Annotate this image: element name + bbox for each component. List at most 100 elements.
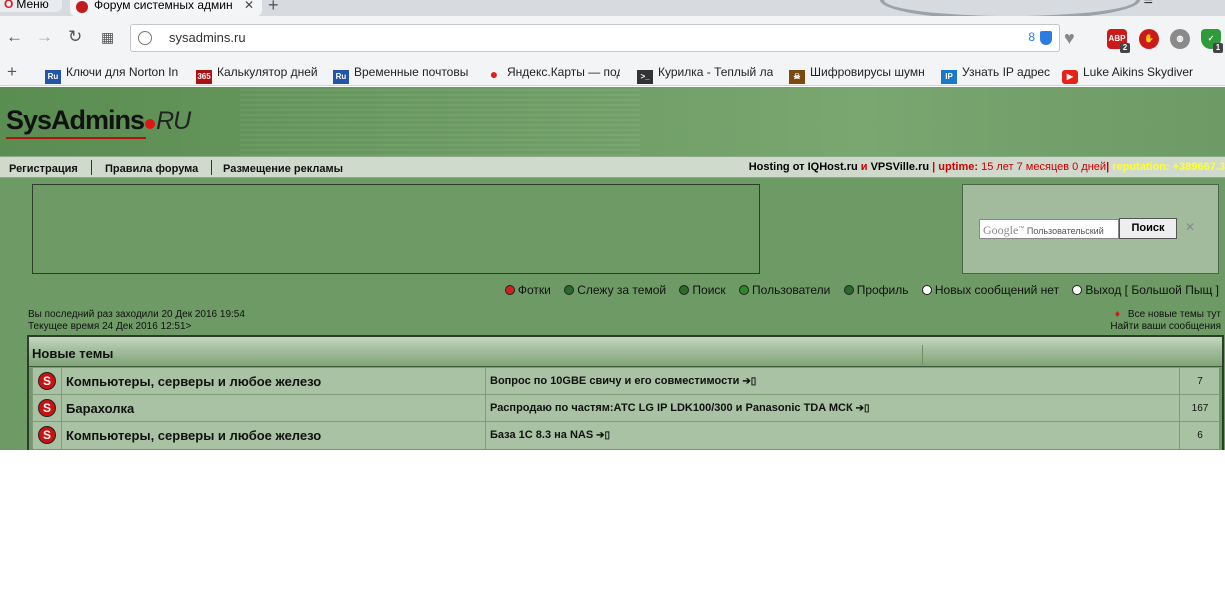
forum-cell: Компьютеры, серверы и любое железо bbox=[61, 368, 485, 395]
header-divider bbox=[922, 345, 923, 365]
nav-watched-topics[interactable]: Слежу за темой bbox=[564, 283, 666, 297]
google-search-box: Google™ Пользовательский Поиск ✕ bbox=[962, 184, 1219, 274]
hosting-info: Hosting от IQHost.ru и VPSVille.ru | upt… bbox=[749, 161, 1225, 173]
find-my-posts-link[interactable]: Найти ваши сообщения bbox=[1110, 321, 1221, 333]
bookmark-norton-keys[interactable]: Ru Ключи для Norton In bbox=[45, 65, 180, 84]
visit-info: Вы последний раз заходили 20 Дек 2016 19… bbox=[28, 309, 245, 333]
security-badge: 1 bbox=[1213, 43, 1223, 53]
site-info-globe-icon[interactable] bbox=[138, 31, 152, 45]
browser-menu-label: Меню bbox=[16, 0, 49, 11]
ublock-hand-icon[interactable]: ✋ bbox=[1139, 29, 1159, 49]
terminal-icon: >_ bbox=[637, 70, 653, 84]
hosting-iqhost-link[interactable]: Hosting от IQHost.ru bbox=[749, 161, 858, 173]
bookmark-kurilka[interactable]: >_ Курилка - Теплый ла bbox=[637, 65, 773, 84]
adblock-plus-badge: 2 bbox=[1120, 43, 1130, 53]
nav-label: Поиск bbox=[692, 283, 726, 297]
vpn-globe-icon[interactable]: ◍ bbox=[1170, 29, 1190, 49]
bookmark-yandex-maps[interactable]: ● Яндекс.Карты — под bbox=[486, 65, 620, 81]
nav-search[interactable]: Поиск bbox=[679, 283, 726, 297]
users-icon bbox=[739, 285, 750, 295]
photos-icon bbox=[504, 285, 515, 295]
goto-last-post-icon[interactable]: ➔▯ bbox=[856, 403, 870, 414]
search-icon bbox=[679, 285, 690, 295]
goto-last-post-icon[interactable]: ➔▯ bbox=[742, 376, 756, 387]
ad-block-shield-icon[interactable] bbox=[1040, 31, 1052, 45]
table-row: S Барахолка Распродаю по частям:АТС LG I… bbox=[29, 394, 1222, 422]
nav-label: Фотки bbox=[517, 283, 551, 297]
browser-tab-bar: O Меню Форум системных админ ✕ + ≡ bbox=[0, 0, 1225, 16]
forum-link[interactable]: Компьютеры, серверы и любое железо bbox=[66, 374, 321, 389]
reputation-value: reputation: +389667.3 bbox=[1109, 161, 1225, 173]
bookmark-days-calculator[interactable]: 365 Калькулятор дней bbox=[196, 65, 321, 84]
topic-link[interactable]: Распродаю по частям:АТС LG IP LDK100/300… bbox=[490, 402, 853, 414]
logo-text: SysAdmins bbox=[6, 105, 145, 135]
topic-cell: Вопрос по 10GBE свичу и его совместимост… bbox=[485, 368, 1179, 395]
advertising-link[interactable]: Размещение рекламы bbox=[223, 163, 343, 175]
forum-rules-link[interactable]: Правила форума bbox=[105, 163, 198, 175]
site-header: SysAdmins RU bbox=[0, 87, 1225, 156]
nav-messages[interactable]: Новых сообщений нет bbox=[921, 283, 1060, 297]
new-topics-table: Новые темы S Компьютеры, серверы и любое… bbox=[27, 335, 1224, 450]
reply-count-cell: 7 bbox=[1179, 368, 1219, 395]
new-diamond-icon: ♦ bbox=[1114, 309, 1120, 320]
map-pin-icon: ● bbox=[489, 66, 499, 81]
profile-icon bbox=[843, 285, 854, 295]
topic-cell: База 1С 8.3 на NAS ➔▯ bbox=[485, 422, 1179, 449]
stash-heart-icon[interactable]: ♥ bbox=[1064, 28, 1075, 49]
nav-label: Новых сообщений нет bbox=[934, 283, 1060, 297]
opera-logo-icon: O bbox=[4, 0, 14, 11]
google-watermark: Google bbox=[983, 223, 1019, 237]
goto-last-post-icon[interactable]: ➔▯ bbox=[596, 430, 610, 441]
topic-link[interactable]: Вопрос по 10GBE свичу и его совместимост… bbox=[490, 375, 739, 387]
search-button[interactable]: Поиск bbox=[1119, 218, 1177, 239]
ru-badge-icon: Ru bbox=[45, 70, 61, 84]
browser-toolbar: ← → ↻ ▦ sysadmins.ru 8 ♥ ABP 2 ✋ ◍ ✓ 1 bbox=[0, 16, 1225, 60]
nav-photos[interactable]: Фотки bbox=[504, 283, 551, 297]
site-logo[interactable]: SysAdmins RU bbox=[6, 105, 191, 136]
forum-link[interactable]: Барахолка bbox=[66, 401, 134, 416]
address-bar[interactable]: sysadmins.ru 8 bbox=[130, 24, 1060, 52]
forum-cell: Компьютеры, серверы и любое железо bbox=[61, 422, 485, 449]
calendar-icon: 365 bbox=[196, 70, 212, 84]
row-icon-cell: S bbox=[32, 422, 61, 449]
table-row: S Компьютеры, серверы и любое железо Воп… bbox=[29, 367, 1222, 395]
hosting-vpsville-link[interactable]: VPSVille.ru bbox=[871, 161, 930, 173]
bookmark-youtube[interactable]: ▶ Luke Aikins Skydiver bbox=[1062, 65, 1202, 84]
bookmark-temp-mail[interactable]: Ru Временные почтовы bbox=[333, 65, 468, 84]
skull-icon: ☠ bbox=[789, 70, 805, 84]
nav-label: Пользователи bbox=[752, 283, 831, 297]
speed-dial-grid-icon[interactable]: ▦ bbox=[101, 29, 114, 46]
tab-close-icon[interactable]: ✕ bbox=[244, 0, 254, 15]
all-new-topics-link[interactable]: Все новые темы тут bbox=[1128, 309, 1221, 320]
forum-top-nav: Регистрация Правила форума Размещение ре… bbox=[0, 156, 1225, 178]
forum-page: SysAdmins RU Регистрация Правила форума Р… bbox=[0, 87, 1225, 450]
reload-icon[interactable]: ↻ bbox=[68, 27, 82, 47]
forum-s-icon: S bbox=[38, 426, 56, 444]
browser-menu-button[interactable]: O Меню bbox=[0, 0, 62, 12]
blocked-ads-count: 8 bbox=[1028, 30, 1035, 44]
register-link[interactable]: Регистрация bbox=[9, 163, 78, 175]
bookmark-ip-address[interactable]: IP Узнать IP адрес bbox=[941, 65, 1051, 84]
forum-link[interactable]: Компьютеры, серверы и любое железо bbox=[66, 428, 321, 443]
reply-count: 7 bbox=[1197, 376, 1203, 387]
url-text[interactable]: sysadmins.ru bbox=[169, 30, 246, 45]
ip-badge-icon: IP bbox=[941, 70, 957, 84]
browser-tab[interactable]: Форум системных админ ✕ bbox=[70, 0, 262, 16]
tab-favicon-icon bbox=[76, 1, 88, 13]
clear-search-icon[interactable]: ✕ bbox=[1185, 220, 1195, 234]
window-menu-icon[interactable]: ≡ bbox=[1144, 0, 1153, 10]
nav-users[interactable]: Пользователи bbox=[739, 283, 830, 297]
back-arrow-icon[interactable]: ← bbox=[6, 27, 23, 47]
reply-count: 6 bbox=[1197, 430, 1203, 441]
nav-profile[interactable]: Профиль bbox=[843, 283, 909, 297]
topic-link[interactable]: База 1С 8.3 на NAS bbox=[490, 429, 593, 441]
add-bookmark-button[interactable]: + bbox=[7, 62, 17, 82]
header-decoration bbox=[240, 87, 640, 156]
forward-arrow-icon[interactable]: → bbox=[36, 27, 53, 47]
nav-logout[interactable]: Выход [ Большой Пыщ ] bbox=[1072, 283, 1219, 297]
bookmark-ransomware[interactable]: ☠ Шифровирусы шумн bbox=[789, 65, 925, 84]
row-icon-cell: S bbox=[32, 368, 61, 395]
bookmark-label: Ключи для Norton In bbox=[66, 65, 179, 79]
new-tab-button[interactable]: + bbox=[268, 0, 279, 16]
search-input[interactable]: Google™ Пользовательский bbox=[979, 219, 1119, 239]
